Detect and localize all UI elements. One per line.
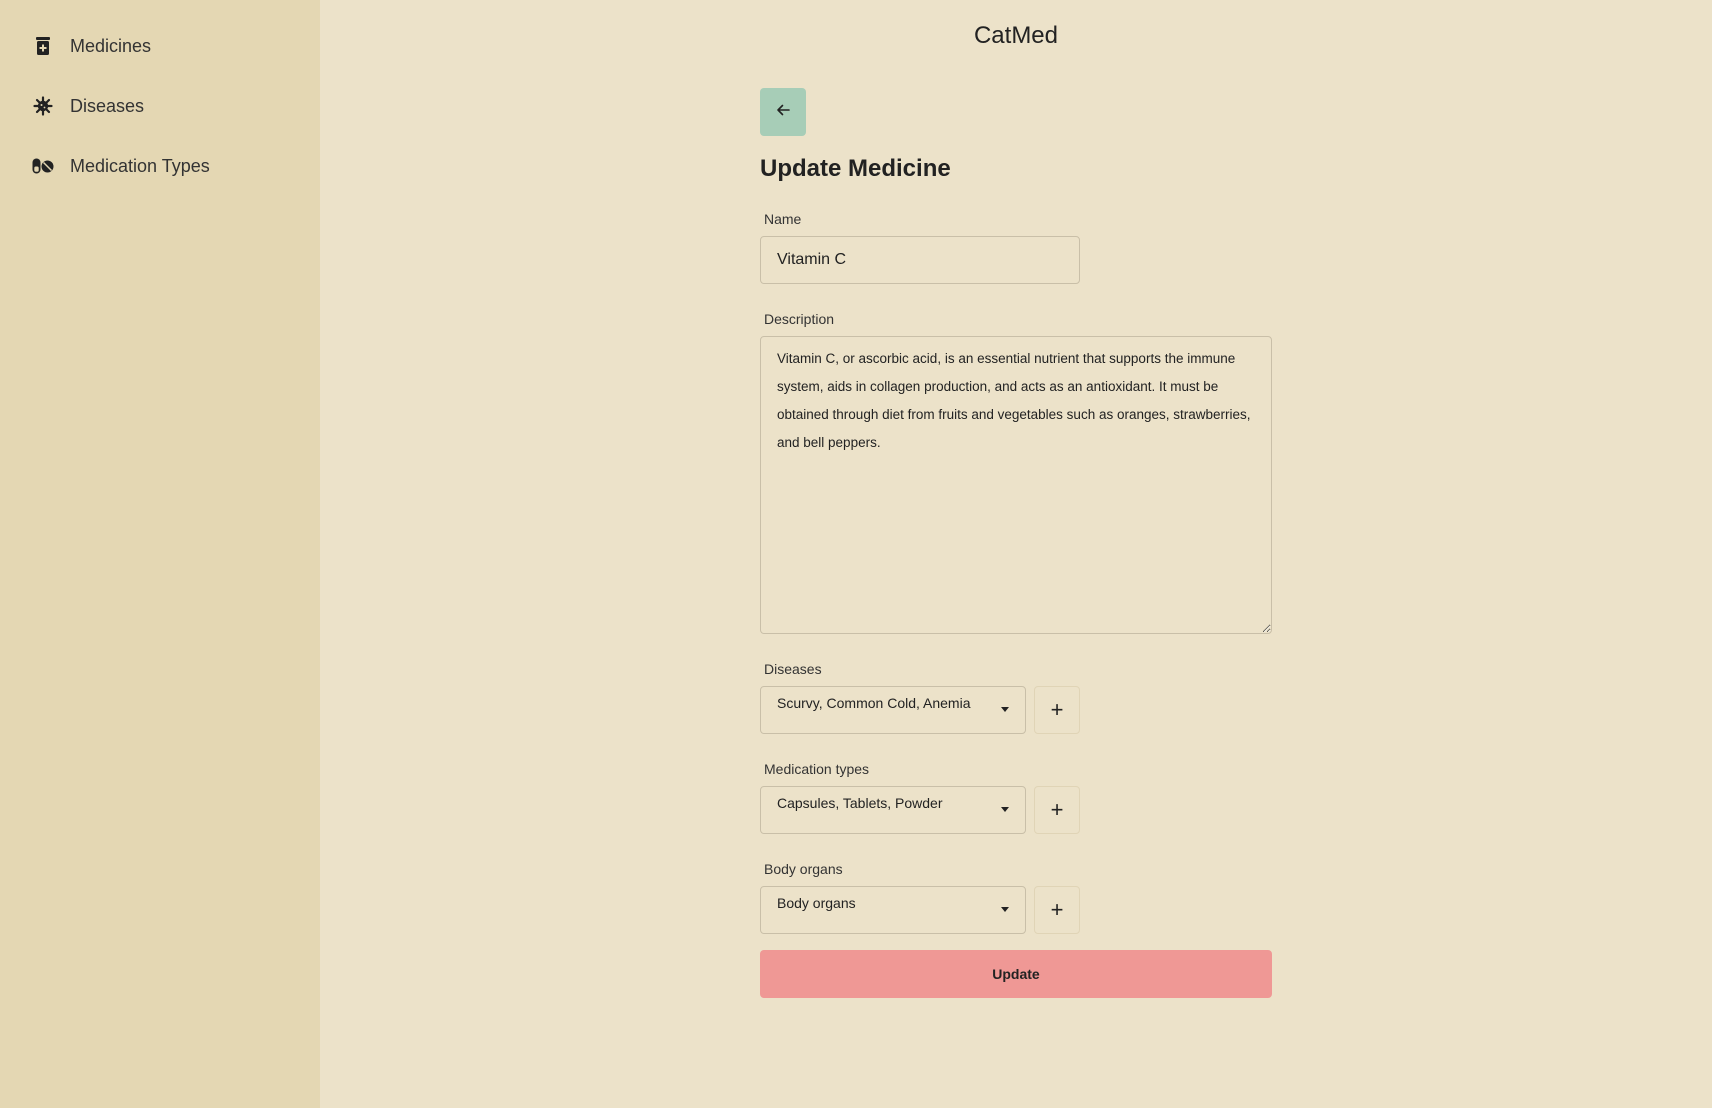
diseases-label: Diseases [764,661,822,677]
sidebar-item-label: Medication Types [70,155,210,176]
back-button[interactable] [760,88,806,136]
sidebar-item-label: Diseases [70,95,145,116]
sidebar: Medicines Diseases Medication Types [0,0,320,1108]
app-title: CatMed [973,22,1059,49]
medicine-bottle-icon [32,35,54,57]
sidebar-item-diseases[interactable]: Diseases [32,91,144,121]
pills-icon [32,155,54,177]
description-label: Description [764,311,835,327]
body-organs-select[interactable]: Body organs [760,886,1026,934]
page-title: Update Medicine [760,155,951,182]
add-body-organ-button[interactable]: + [1034,886,1080,934]
sidebar-item-medication-types[interactable]: Medication Types [32,151,210,181]
body-organs-select-value: Body organs [777,895,856,911]
chevron-down-icon [1001,707,1009,712]
arrow-left-icon [776,103,790,121]
medication-types-select-value: Capsules, Tablets, Powder [777,795,943,811]
chevron-down-icon [1001,907,1009,912]
main-content: CatMed Update Medicine Name Description … [320,0,1712,1108]
update-button[interactable]: Update [760,950,1272,998]
name-input[interactable] [760,236,1080,284]
name-label: Name [764,211,802,227]
add-medication-type-button[interactable]: + [1034,786,1080,834]
medication-types-select[interactable]: Capsules, Tablets, Powder [760,786,1026,834]
diseases-select[interactable]: Scurvy, Common Cold, Anemia [760,686,1026,734]
medication-types-label: Medication types [764,761,870,777]
virus-icon [32,95,54,117]
sidebar-item-medicines[interactable]: Medicines [32,31,151,61]
sidebar-item-label: Medicines [70,35,152,56]
description-textarea[interactable]: Vitamin C, or ascorbic acid, is an essen… [760,336,1272,634]
body-organs-label: Body organs [764,861,843,877]
chevron-down-icon [1001,807,1009,812]
add-disease-button[interactable]: + [1034,686,1080,734]
diseases-select-value: Scurvy, Common Cold, Anemia [777,695,971,711]
